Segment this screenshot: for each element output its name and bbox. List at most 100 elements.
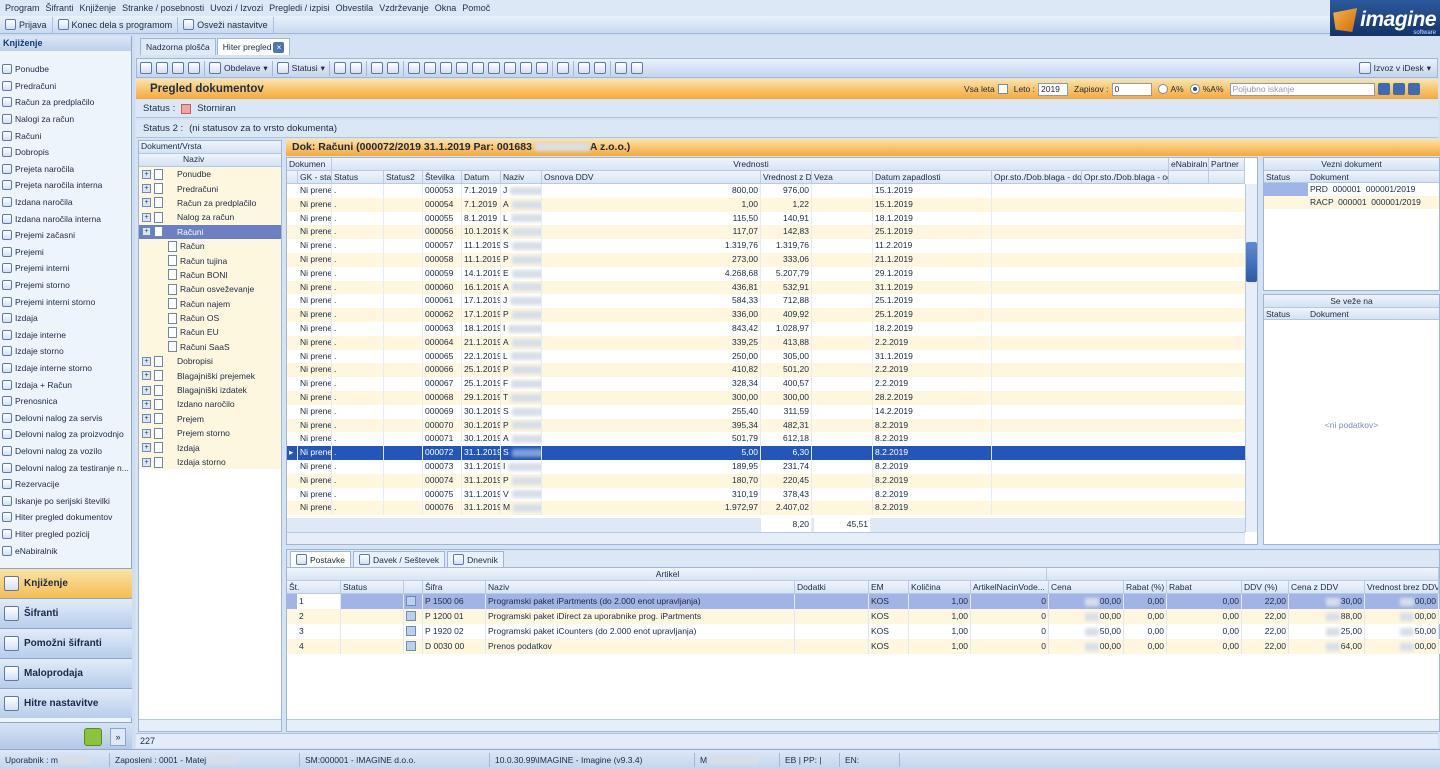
login-button[interactable]: Prijava: [0, 16, 53, 33]
left-item-prejemi-interni-storno[interactable]: Prejemi interni storno: [0, 293, 131, 310]
left-item-izdaja[interactable]: Izdaja: [0, 310, 131, 327]
left-item-rezervacije[interactable]: Rezervacije: [0, 476, 131, 493]
items-col-cena[interactable]: Cena: [1049, 581, 1124, 594]
tree-item-ponudbe[interactable]: + Ponudbe: [139, 167, 281, 182]
tab-dashboard[interactable]: Nadzorna plošča: [140, 38, 216, 55]
grid-col-stevilka[interactable]: Številka: [423, 171, 462, 184]
expand-icon[interactable]: +: [142, 443, 151, 453]
refresh-settings-button[interactable]: Osveži nastavitve: [178, 16, 274, 33]
tab-quick-view[interactable]: Hiter pregled ×: [216, 38, 291, 55]
menu-vzdrzevanje[interactable]: Vzdrževanje: [376, 3, 432, 13]
left-item-ponudbe[interactable]: Ponudbe: [0, 61, 131, 78]
save-icon[interactable]: [156, 62, 168, 74]
nav-expand-icon[interactable]: »: [110, 728, 126, 746]
nav-sifranti[interactable]: Šifranti: [0, 598, 132, 628]
item-row[interactable]: 3 P 1920 02 Programski paket iCounters (do…: [287, 624, 1440, 639]
grid-col-gk-status[interactable]: GK - status: [298, 171, 332, 184]
records-input[interactable]: 0: [1111, 82, 1152, 96]
expand-icon[interactable]: +: [142, 227, 151, 237]
tab-tax-summary[interactable]: Davek / Seštevek: [352, 551, 446, 567]
expand-icon[interactable]: +: [142, 414, 151, 424]
match-start-radio[interactable]: [1157, 84, 1168, 94]
linked-document-row[interactable]: PRD 000001 000001/2019: [1264, 183, 1439, 196]
last-record-icon[interactable]: [487, 62, 500, 74]
tree-item-racun-tujina[interactable]: Račun tujina: [139, 253, 281, 268]
lock-icon[interactable]: [577, 62, 590, 74]
left-item-iskanje-po-serijski-stevilki[interactable]: Iskanje po serijski številki: [0, 492, 131, 509]
expand-icon[interactable]: +: [142, 385, 151, 395]
nav-pomozni-sifranti[interactable]: Pomožni šifranti: [0, 628, 132, 658]
tree-item-racun-za-predplacilo[interactable]: + Račun za predplačilo: [139, 195, 281, 211]
items-col-artikelnacinvode[interactable]: ArtikelNacinVode...: [971, 581, 1049, 594]
grid-scroll-thumb[interactable]: [1246, 242, 1257, 282]
table-row[interactable]: Ni prenešeno. 00006930.1.2019S255,40311,5…: [287, 404, 1245, 419]
print-menu-icon[interactable]: [556, 62, 569, 74]
items-col-rabat[interactable]: Rabat: [1167, 581, 1242, 594]
table-row[interactable]: Ni prenešeno. 00006725.1.2019F328,34400,5…: [287, 377, 1245, 391]
table-row[interactable]: Ni prenešeno. 0000537.1.2019J800,00976,00…: [287, 184, 1245, 198]
item-checkbox[interactable]: [406, 611, 416, 621]
left-item-racun-za-predplacilo[interactable]: Račun za predplačilo: [0, 94, 131, 111]
expand-icon[interactable]: +: [142, 356, 151, 366]
item-checkbox[interactable]: [406, 626, 416, 636]
all-years-checkbox[interactable]: [997, 84, 1008, 94]
grid-col-opr-sto-dob-blaga-do[interactable]: Opr.sto./Dob.blaga - do: [992, 171, 1082, 184]
table-row[interactable]: Ni prenešeno. 0000547.1.2019A1,001,22 15.1…: [287, 197, 1245, 212]
tree-item-racun-najem[interactable]: Račun najem: [139, 296, 281, 311]
tree-item-izdano-narocilo[interactable]: + Izdano naročilo: [139, 397, 281, 412]
tree-item-racun-osvezevanje[interactable]: Račun osveževanje: [139, 282, 281, 297]
first-icon[interactable]: [140, 62, 152, 74]
table-row[interactable]: Ni prenešeno. 00006016.1.2019A436,81532,9…: [287, 280, 1245, 295]
menu-uvozi-izvozi[interactable]: Uvozi / Izvozi: [207, 3, 266, 13]
expand-icon[interactable]: +: [142, 428, 151, 438]
group-icon[interactable]: [370, 62, 383, 74]
refresh-icon[interactable]: [188, 62, 200, 74]
edit-icon[interactable]: [519, 62, 532, 74]
table-row[interactable]: ▸Ni prenešeno.00007231.1.2019S5,006,308.…: [287, 446, 1245, 460]
table-row[interactable]: Ni prenešeno. 00007030.1.2019P395,34482,3…: [287, 418, 1245, 433]
expand-icon[interactable]: +: [142, 457, 151, 467]
export-idesk-button[interactable]: Izvoz v iDesk ▾: [1358, 62, 1431, 74]
match-any-option[interactable]: %A%: [1189, 84, 1224, 94]
search-input[interactable]: Poljubno iskanje: [1229, 82, 1375, 96]
items-col-check[interactable]: [404, 581, 423, 594]
items-col-status[interactable]: Status: [341, 581, 404, 594]
item-checkbox[interactable]: [406, 596, 416, 606]
expand-icon[interactable]: +: [142, 198, 151, 208]
left-item-delovni-nalog-za-vozilo[interactable]: Delovni nalog za vozilo: [0, 443, 131, 460]
close-search-icon[interactable]: [1407, 83, 1420, 95]
table-row[interactable]: Ni prenešeno. 00006421.1.2019A339,25413,8…: [287, 335, 1245, 350]
exit-button[interactable]: Konec dela s programom: [53, 16, 179, 33]
table-row[interactable]: Ni prenešeno. 00006217.1.2019P336,00409,9…: [287, 308, 1245, 322]
items-col-kolicina[interactable]: Količina: [909, 581, 971, 594]
table-row[interactable]: Ni prenešeno. 00005610.1.2019K117,07142,8…: [287, 225, 1245, 240]
left-item-prejemi-storno[interactable]: Prejemi storno: [0, 277, 131, 294]
tree-item-blagajniski-izdatek[interactable]: + Blagajniški izdatek: [139, 382, 281, 398]
grid-col-vrednost-z-ddv[interactable]: Vrednost z DDV: [761, 171, 812, 184]
year-input[interactable]: 2019: [1038, 82, 1068, 96]
left-item-izdaje-storno[interactable]: Izdaje storno: [0, 343, 131, 360]
tree-item-izdaja[interactable]: + Izdaja: [139, 440, 281, 455]
tree-hscroll[interactable]: [139, 719, 281, 731]
items-col-rabat[interactable]: Rabat (%): [1124, 581, 1167, 594]
tree-item-racun-eu[interactable]: Račun EU: [139, 325, 281, 340]
left-item-izdaje-interne[interactable]: Izdaje interne: [0, 327, 131, 344]
statuses-menu-button[interactable]: Statusi ▾: [276, 62, 325, 74]
next-icon[interactable]: [455, 62, 468, 74]
grid-col-datum-zapadlosti[interactable]: Datum zapadlosti: [873, 171, 992, 184]
tree-item-izdaja-storno[interactable]: + Izdaja storno: [139, 454, 281, 470]
tree-item-blagajniski-prejemek[interactable]: + Blagajniški prejemek: [139, 368, 281, 383]
menu-sifranti[interactable]: Šifranti: [43, 3, 77, 13]
filter-icon[interactable]: [333, 62, 346, 74]
copy-icon[interactable]: [535, 62, 548, 74]
left-item-enabiralnik[interactable]: eNabiralnik: [0, 542, 131, 559]
left-item-hiter-pregled-dokumentov[interactable]: Hiter pregled dokumentov: [0, 509, 131, 526]
tree-item-predracuni[interactable]: + Predračuni: [139, 181, 281, 196]
processing-menu-button[interactable]: Obdelave ▾: [209, 62, 268, 74]
linked-document-row[interactable]: RACP 000001 000001/2019: [1264, 196, 1439, 209]
left-item-izdaje-interne-storno[interactable]: Izdaje interne storno: [0, 360, 131, 377]
table-row[interactable]: Ni prenešeno. 00007631.1.2019M1.972,972.4…: [287, 501, 1245, 516]
grid-col-status[interactable]: Status: [332, 171, 384, 184]
tree-item-dobropisi[interactable]: + Dobropisi: [139, 354, 281, 369]
left-item-izdaja-racun[interactable]: Izdaja + Račun: [0, 376, 131, 393]
